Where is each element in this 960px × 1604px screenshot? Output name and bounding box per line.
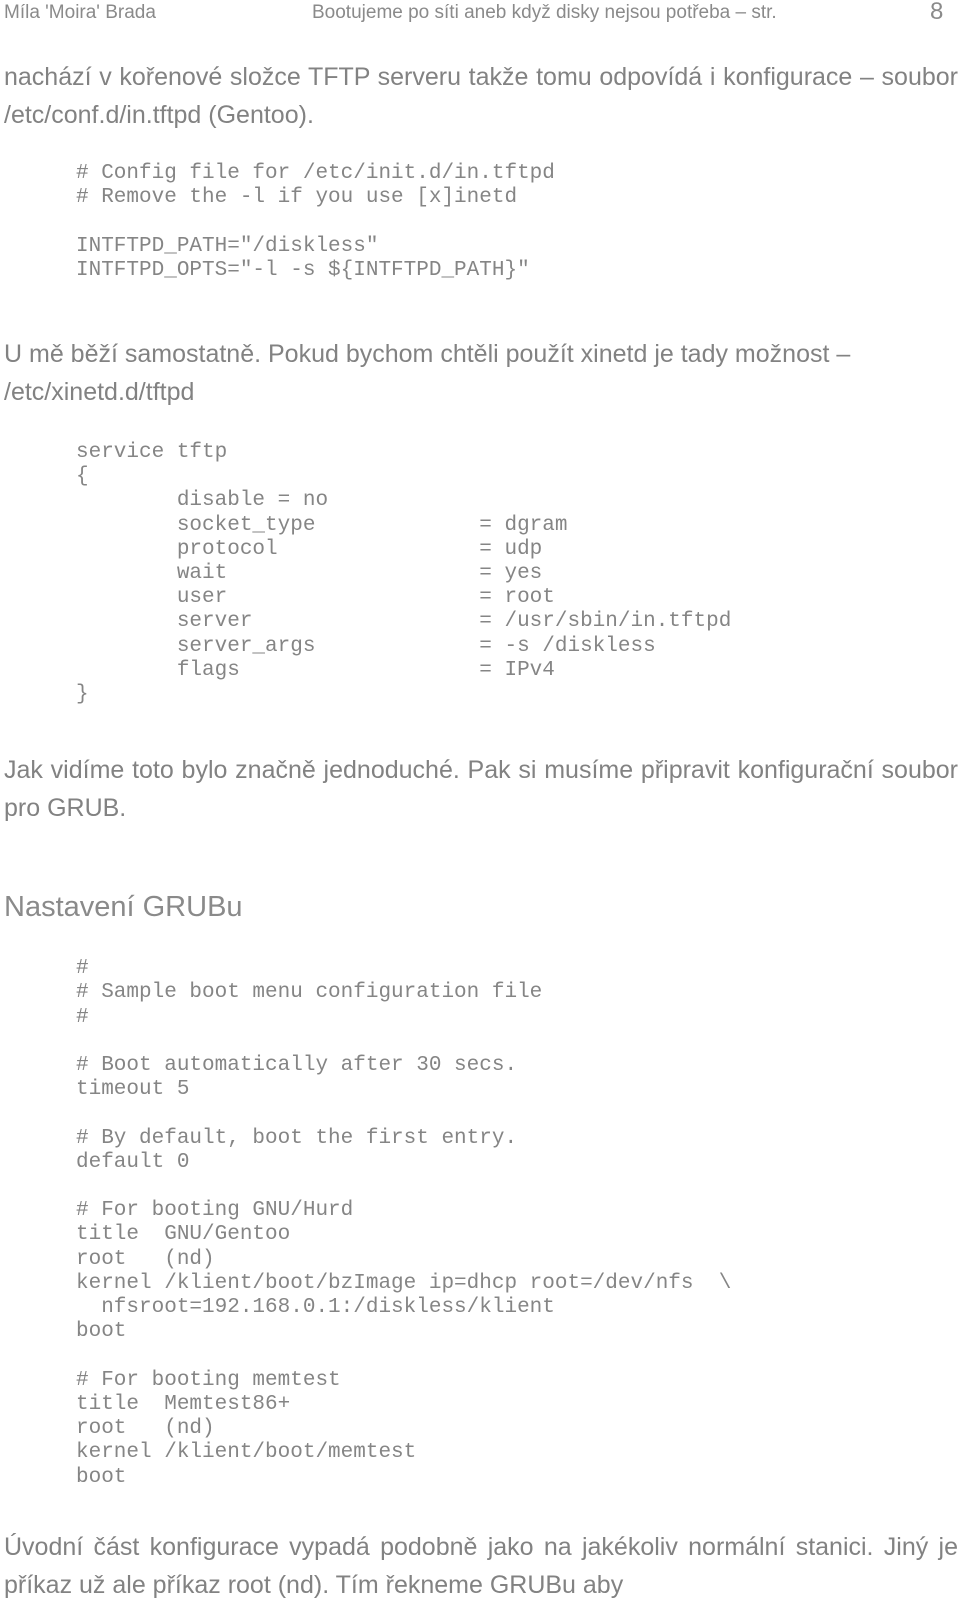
page-running-header: Míla 'Moira' Brada Bootujeme po síti ane… (0, 0, 960, 32)
header-document-title: Bootujeme po síti aneb když disky nejsou… (312, 2, 777, 23)
heading-nastaveni-grubu: Nastavení GRUBu (4, 891, 243, 924)
code-block-in-tftpd-conf: # Config file for /etc/init.d/in.tftpd #… (76, 162, 555, 282)
paragraph-grub-explanation: Úvodní část konfigurace vypadá podobně j… (4, 1532, 958, 1599)
header-page-number: 8 (930, 0, 944, 25)
paragraph-grub-intro: Jak vidíme toto bylo značně jednoduché. … (4, 756, 958, 823)
header-author: Míla 'Moira' Brada (4, 2, 156, 23)
page-content: nachází v kořenové složce TFTP serveru t… (0, 32, 960, 1604)
paragraph-tftp-intro: nachází v kořenové složce TFTP serveru t… (4, 63, 958, 129)
code-block-xinetd-tftpd: service tftp { disable = no socket_type … (76, 441, 732, 707)
paragraph-xinetd-intro: U mě běží samostatně. Pokud bychom chtěl… (4, 340, 851, 407)
code-block-grub-menu-lst: # # Sample boot menu configuration file … (76, 957, 732, 1489)
